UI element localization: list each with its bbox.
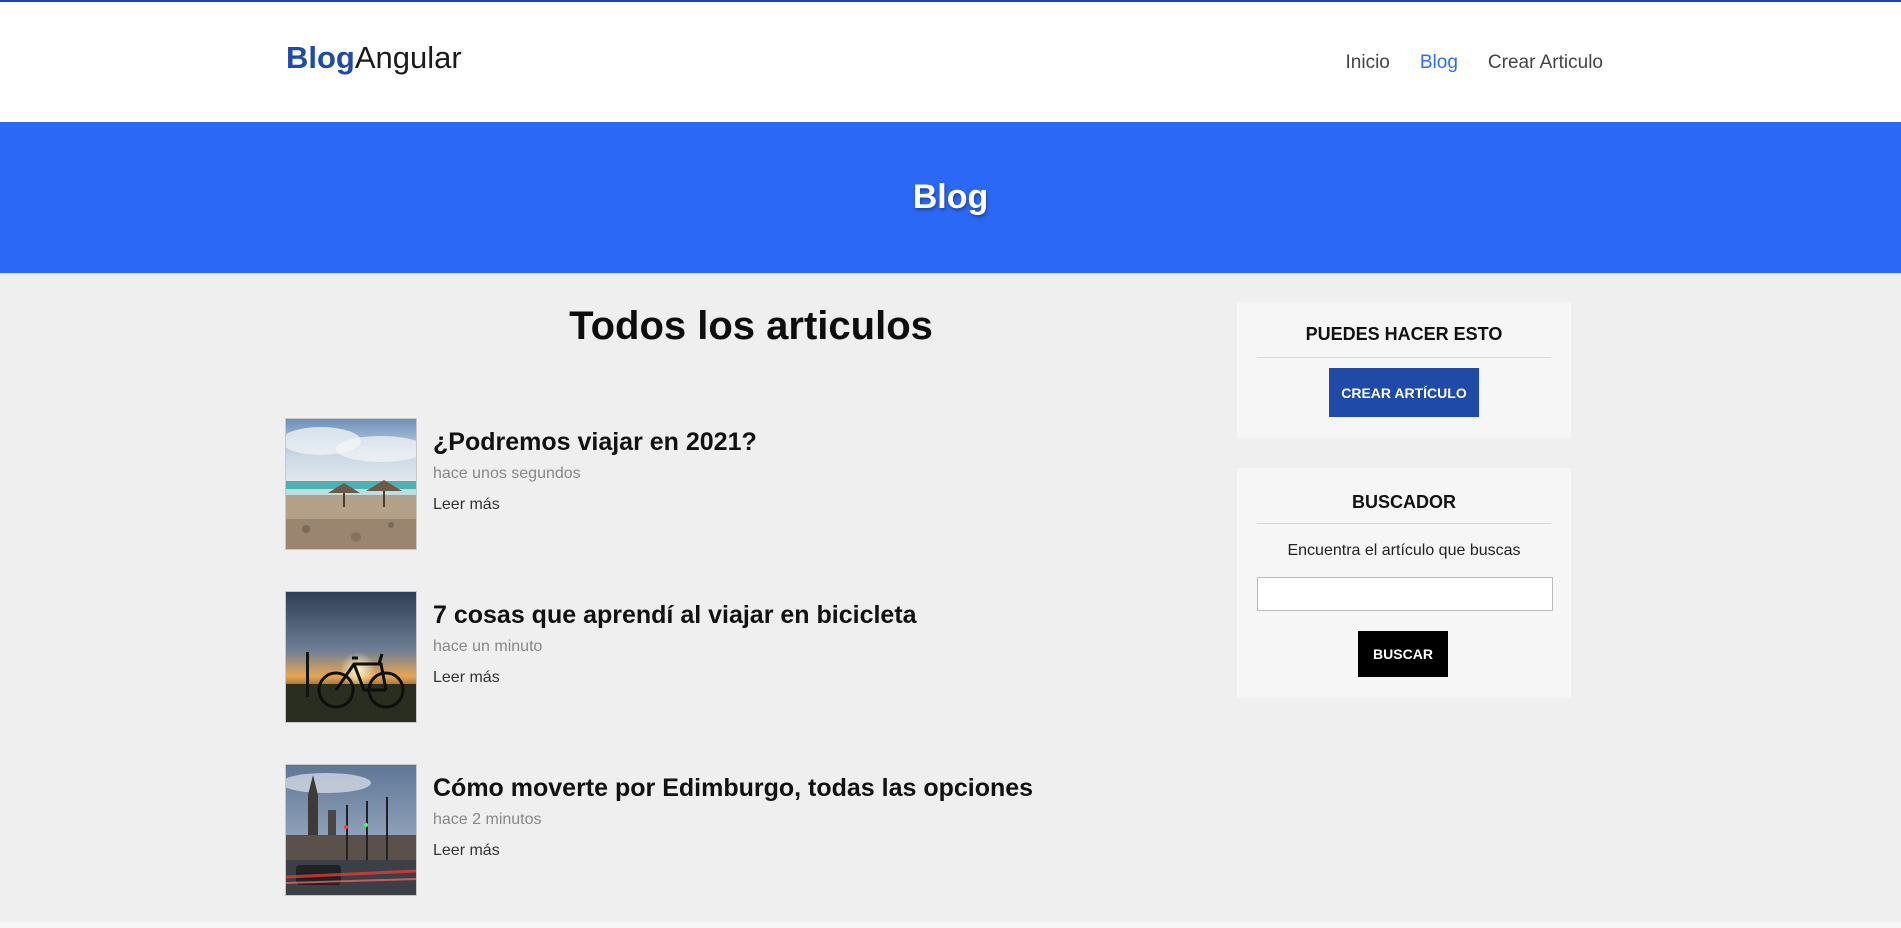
logo-blog-part: Blog — [286, 40, 355, 75]
article-time: hace unos segundos — [433, 465, 581, 482]
page-title: Todos los articulos — [569, 304, 933, 348]
search-input[interactable] — [1257, 577, 1553, 611]
article-time: hace un minuto — [433, 638, 543, 655]
article-title[interactable]: Cómo moverte por Edimburgo, todas las op… — [433, 774, 1033, 803]
article-time: hace 2 minutos — [433, 811, 542, 828]
bicycle-sunset-photo[interactable] — [285, 591, 417, 723]
logo-angular-part: Angular — [354, 40, 462, 75]
search-description: Encuentra el artículo que buscas — [1287, 542, 1521, 559]
edinburgh-street-image — [286, 765, 416, 895]
search-widget: BUSCADOR Encuentra el artículo que busca… — [1237, 468, 1571, 698]
edinburgh-street-photo[interactable] — [285, 764, 417, 896]
article-item: ¿Podremos viajar en 2021? hace unos segu… — [285, 418, 1185, 550]
search-button[interactable]: BUSCAR — [1358, 631, 1448, 677]
hero-banner: Blog — [0, 122, 1901, 273]
actions-widget-title: PUEDES HACER ESTO — [1305, 324, 1503, 344]
beach-umbrellas-photo[interactable] — [285, 418, 417, 550]
nav-blog[interactable]: Blog — [1420, 52, 1458, 74]
nav-inicio[interactable]: Inicio — [1346, 52, 1390, 74]
article-item: 7 cosas que aprendí al viajar en bicicle… — [285, 591, 1185, 723]
divider — [1257, 523, 1551, 524]
article-title[interactable]: ¿Podremos viajar en 2021? — [433, 428, 757, 457]
beach-umbrellas-image — [286, 419, 416, 549]
read-more-link[interactable]: Leer más — [433, 669, 500, 687]
actions-widget: PUEDES HACER ESTO CREAR ARTÍCULO — [1237, 302, 1571, 438]
read-more-link[interactable]: Leer más — [433, 842, 500, 860]
site-logo[interactable]: BlogAngular — [286, 40, 462, 76]
main-nav: Inicio Blog Crear Articulo — [1346, 52, 1604, 74]
page-bottom-edge — [0, 922, 1901, 928]
nav-crear-articulo[interactable]: Crear Articulo — [1488, 52, 1603, 74]
divider — [1257, 357, 1551, 358]
hero-title: Blog — [912, 178, 989, 216]
search-widget-title: BUSCADOR — [1351, 492, 1456, 512]
article-item: Cómo moverte por Edimburgo, todas las op… — [285, 764, 1185, 896]
article-title[interactable]: 7 cosas que aprendí al viajar en bicicle… — [433, 601, 917, 630]
site-header: BlogAngular Inicio Blog Crear Articulo — [0, 2, 1901, 122]
read-more-link[interactable]: Leer más — [433, 496, 500, 514]
bicycle-sunset-image — [286, 592, 416, 722]
create-article-button[interactable]: CREAR ARTÍCULO — [1329, 368, 1479, 417]
